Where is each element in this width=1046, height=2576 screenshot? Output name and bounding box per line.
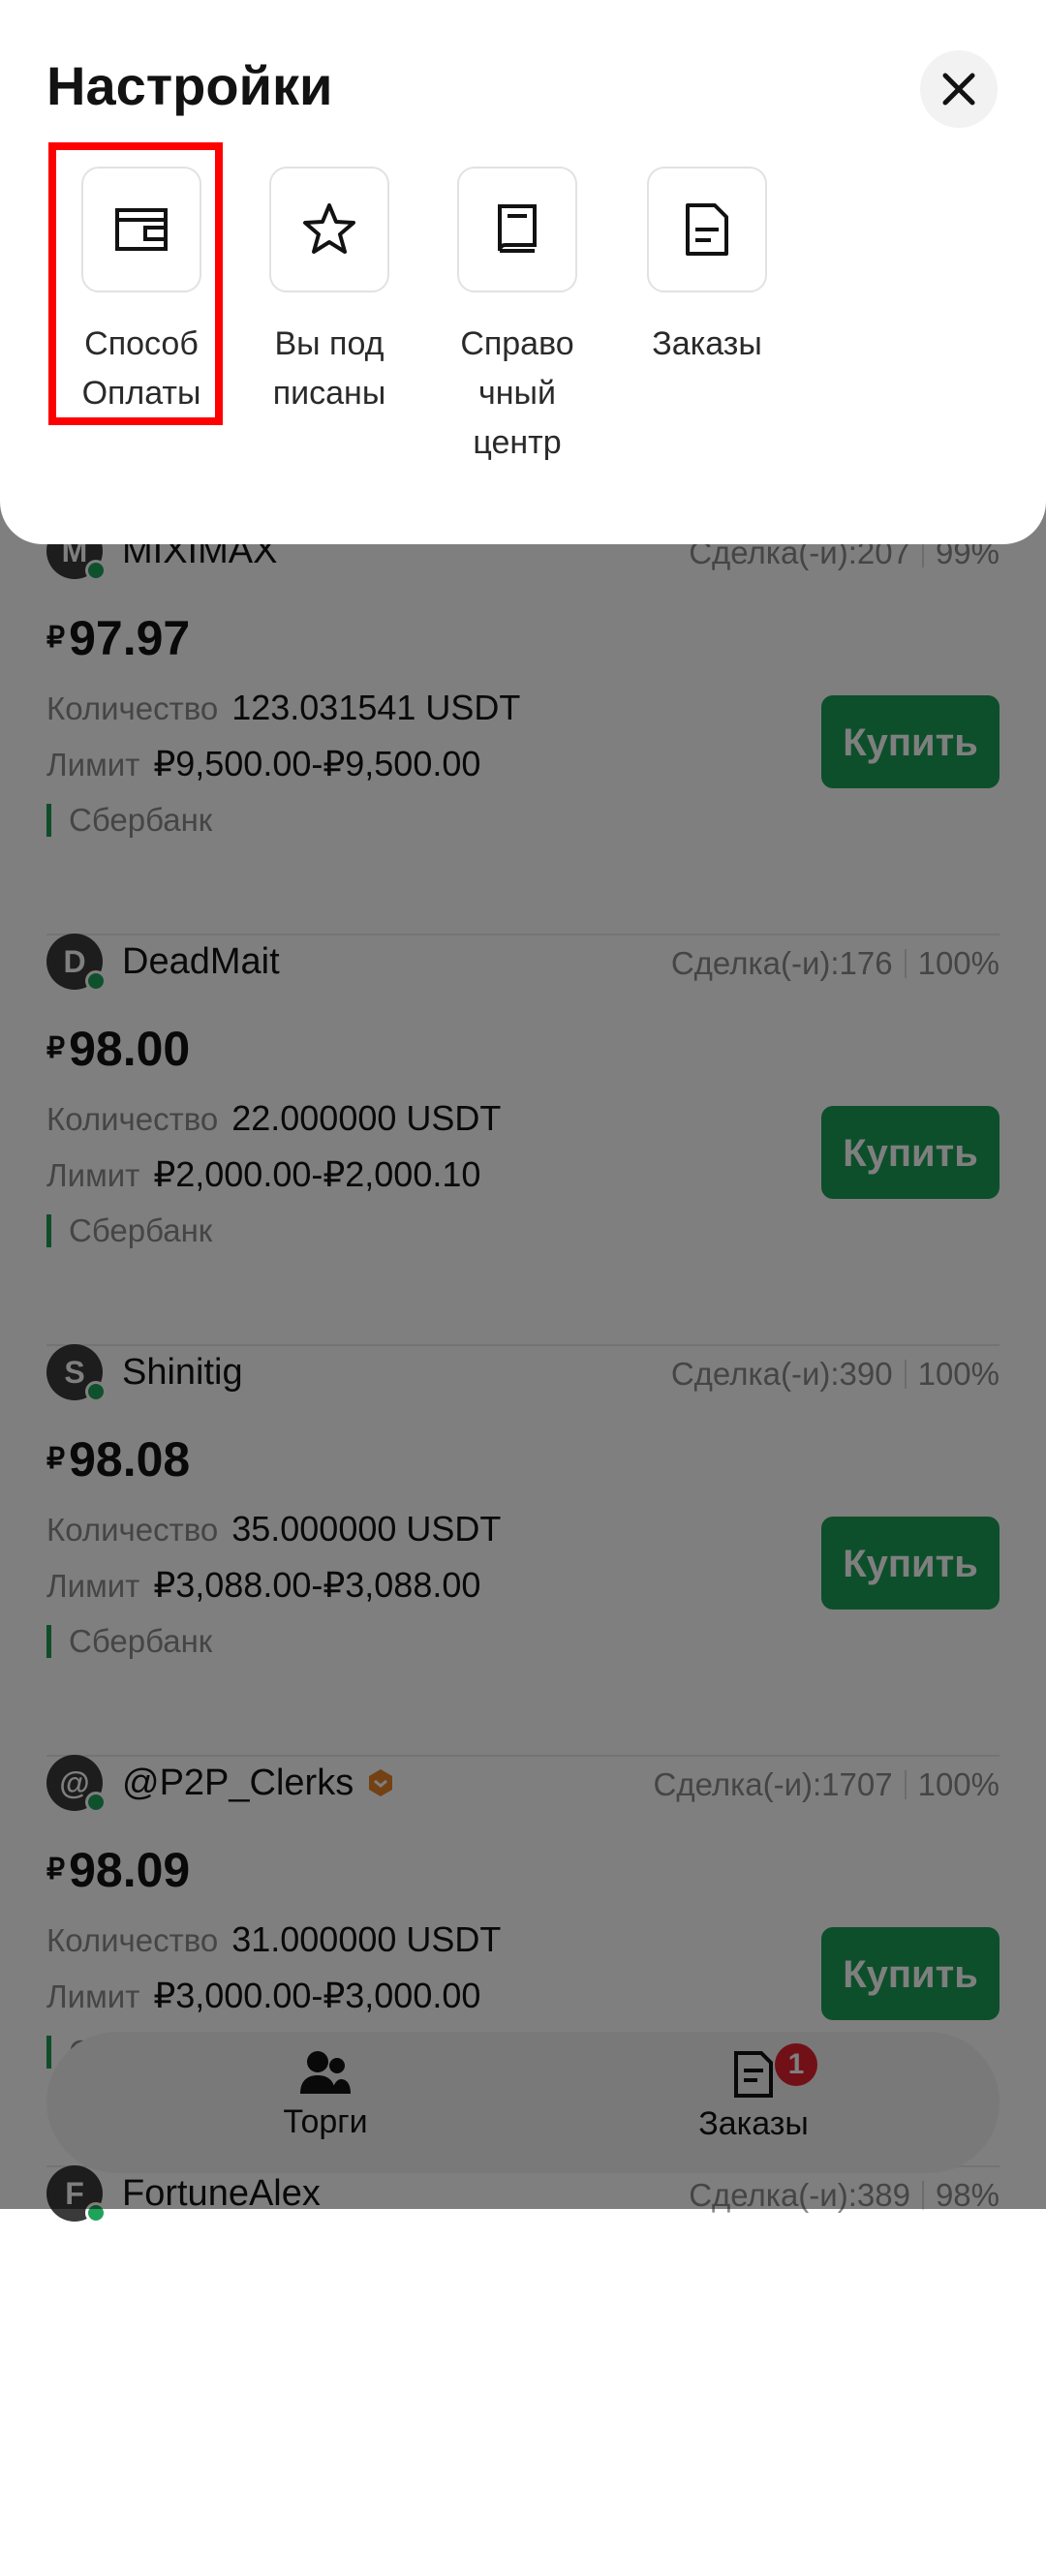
option-icon-box	[457, 167, 577, 292]
star-icon	[303, 203, 355, 254]
option-label: Заказы	[652, 325, 762, 362]
option-label: Вы под писаны	[272, 325, 386, 412]
document-icon	[686, 203, 728, 256]
option-icon-box	[269, 167, 389, 292]
settings-sheet: Настройки Способ Оплаты Вы под писаны Сп…	[0, 0, 1046, 544]
highlight-frame	[48, 142, 223, 425]
book-icon	[498, 204, 537, 253]
option-icon-box	[647, 167, 767, 292]
option-orders[interactable]: Заказы	[620, 167, 794, 369]
option-help-center[interactable]: Справо чный центр	[430, 167, 604, 468]
option-label: Справо чный центр	[460, 325, 574, 461]
close-button[interactable]	[920, 50, 998, 128]
sheet-title: Настройки	[46, 55, 333, 116]
offer-card: F FortuneAlex Сделка(-и):38998%	[46, 2165, 1000, 2576]
option-subscribed[interactable]: Вы под писаны	[242, 167, 416, 418]
close-icon	[942, 73, 975, 106]
